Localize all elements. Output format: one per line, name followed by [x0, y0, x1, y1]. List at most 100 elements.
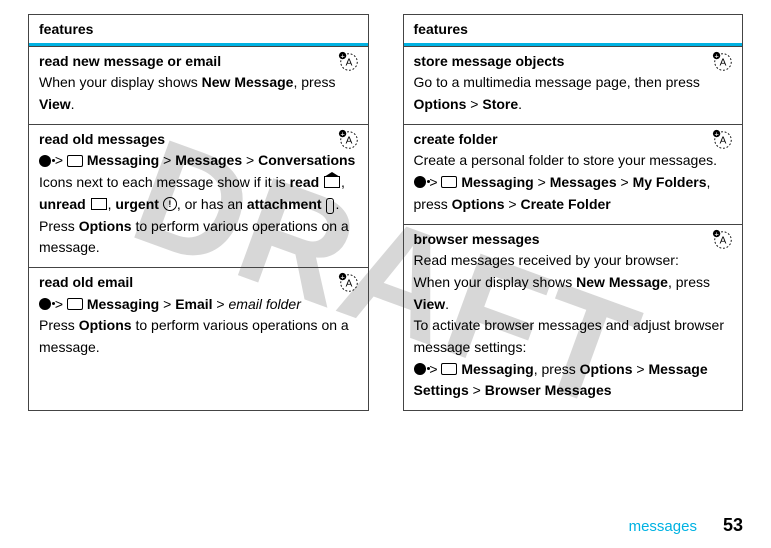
- separator: >: [242, 152, 258, 168]
- bold-text: read: [290, 174, 320, 190]
- operator-badge-icon: A+: [338, 272, 360, 294]
- svg-text:+: +: [714, 51, 718, 60]
- svg-text:A: A: [345, 57, 352, 68]
- attachment-icon: [326, 198, 334, 214]
- operator-badge-icon: A+: [712, 129, 734, 151]
- ui-label: Create Folder: [520, 196, 610, 212]
- nav-path: > Messaging > Messages > Conversations: [39, 150, 358, 172]
- row-browser-messages: A+ browser messages Read messages receiv…: [404, 224, 743, 411]
- right-header: features: [404, 15, 743, 46]
- unread-icon: [91, 198, 107, 210]
- svg-text:+: +: [340, 51, 344, 60]
- ui-label: Options: [79, 218, 132, 234]
- row-read-old-msg: A+ read old messages > Messaging > Messa…: [29, 124, 368, 267]
- footer-section-label: messages: [629, 518, 697, 535]
- svg-text:+: +: [340, 129, 344, 138]
- row-read-old-email: A+ read old email > Messaging > Email > …: [29, 267, 368, 367]
- read-icon: [324, 176, 340, 188]
- ui-label: Email: [175, 296, 212, 312]
- ui-label: Messages: [175, 152, 242, 168]
- separator: >: [505, 196, 521, 212]
- text: , or has an: [177, 196, 247, 212]
- messaging-icon: [441, 176, 457, 188]
- ui-label: Messages: [550, 174, 617, 190]
- text: Icons next to each message show if it is: [39, 174, 290, 190]
- center-key-icon: [414, 363, 426, 375]
- ui-label: Messaging: [87, 152, 159, 168]
- row-body: Go to a multimedia message page, then pr…: [414, 72, 733, 115]
- row-body: To activate browser messages and adjust …: [414, 315, 733, 358]
- row-title: store message objects: [414, 51, 733, 73]
- svg-text:+: +: [714, 129, 718, 138]
- row-body: Icons next to each message show if it is…: [39, 172, 358, 259]
- text: When your display shows: [39, 74, 202, 90]
- bold-text: unread: [39, 196, 86, 212]
- svg-text:A: A: [720, 135, 727, 146]
- operator-badge-icon: A+: [338, 51, 360, 73]
- row-body: When your display shows New Message, pre…: [414, 272, 733, 315]
- operator-badge-icon: A+: [338, 129, 360, 151]
- right-table: features A+ store message objects Go to …: [403, 14, 744, 411]
- row-title: create folder: [414, 129, 733, 151]
- ui-label: Options: [452, 196, 505, 212]
- center-key-icon: [414, 176, 426, 188]
- text: , press: [668, 274, 710, 290]
- text: , press: [293, 74, 335, 90]
- operator-badge-icon: A+: [712, 229, 734, 251]
- urgent-icon: !: [163, 197, 177, 211]
- bold-text: attachment: [247, 196, 322, 212]
- ui-label: Store: [482, 96, 518, 112]
- page-footer: messages 53: [629, 512, 743, 540]
- row-store-objects: A+ store message objects Go to a multime…: [404, 46, 743, 124]
- separator: >: [469, 382, 485, 398]
- ui-label: My Folders: [633, 174, 707, 190]
- text: Go to a multimedia message page, then pr…: [414, 74, 700, 90]
- operator-badge-icon: A+: [712, 51, 734, 73]
- row-body: Create a personal folder to store your m…: [414, 150, 733, 172]
- ui-label: Messaging: [461, 174, 533, 190]
- nav-path: > Messaging, press Options > Message Set…: [414, 359, 733, 402]
- row-body: Press Options to perform various operati…: [39, 315, 358, 358]
- svg-text:A: A: [345, 135, 352, 146]
- ui-label: New Message: [576, 274, 668, 290]
- row-title: browser messages: [414, 229, 733, 251]
- row-body: Read messages received by your browser:: [414, 250, 733, 272]
- svg-text:A: A: [720, 235, 727, 246]
- ui-label: Options: [414, 96, 467, 112]
- ui-label: Options: [79, 317, 132, 333]
- left-table: features A+ read new message or email Wh…: [28, 14, 369, 411]
- separator: >: [534, 174, 550, 190]
- ui-label: New Message: [202, 74, 294, 90]
- text: ,: [341, 174, 345, 190]
- row-title: read old email: [39, 272, 358, 294]
- text: , press: [534, 361, 580, 377]
- separator: >: [159, 296, 175, 312]
- ui-label: Messaging: [461, 361, 533, 377]
- messaging-icon: [441, 363, 457, 375]
- left-header: features: [29, 15, 368, 46]
- text: Press: [39, 317, 79, 333]
- separator: >: [617, 174, 633, 190]
- separator: >: [633, 361, 649, 377]
- ui-label: Conversations: [258, 152, 355, 168]
- text: When your display shows: [414, 274, 577, 290]
- ui-label: Options: [580, 361, 633, 377]
- separator: >: [213, 296, 229, 312]
- center-key-icon: [39, 298, 51, 310]
- text: .: [445, 296, 449, 312]
- italic-text: email folder: [229, 296, 301, 312]
- row-title: read old messages: [39, 129, 358, 151]
- separator: >: [159, 152, 175, 168]
- messaging-icon: [67, 298, 83, 310]
- row-read-new: A+ read new message or email When your d…: [29, 46, 368, 124]
- separator: >: [466, 96, 482, 112]
- center-key-icon: [39, 155, 51, 167]
- row-create-folder: A+ create folder Create a personal folde…: [404, 124, 743, 224]
- ui-label: View: [39, 96, 71, 112]
- bold-text: urgent: [115, 196, 159, 212]
- row-title: read new message or email: [39, 51, 358, 73]
- ui-label: View: [414, 296, 446, 312]
- nav-path: > Messaging > Email > email folder: [39, 294, 358, 316]
- svg-text:+: +: [340, 272, 344, 281]
- page-number: 53: [723, 515, 743, 535]
